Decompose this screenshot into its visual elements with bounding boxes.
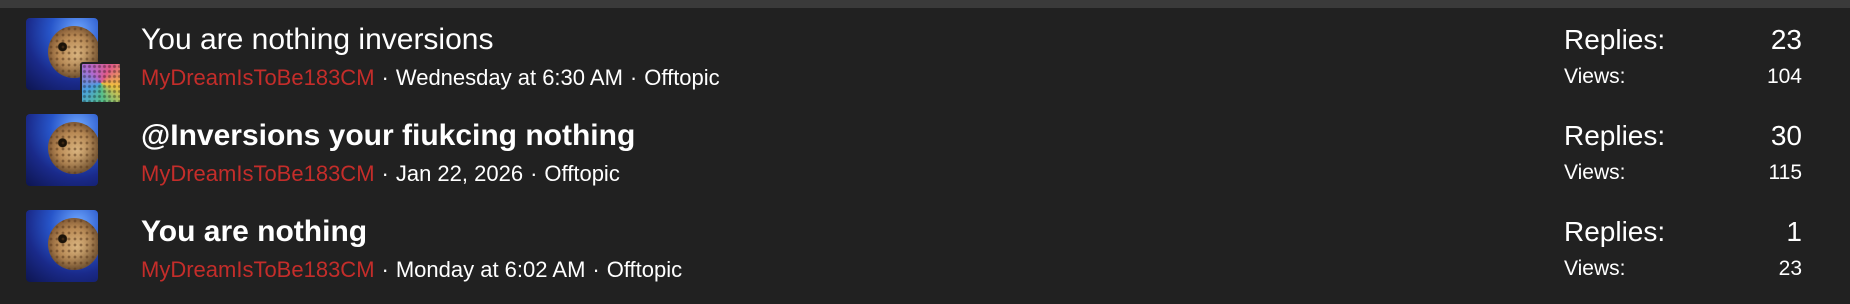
views-stat: Views: 115 bbox=[1564, 158, 1802, 188]
thread-title[interactable]: You are nothing bbox=[141, 214, 367, 250]
thread-title[interactable]: @Inversions your fiukcing nothing bbox=[141, 118, 635, 154]
author-avatar[interactable] bbox=[26, 114, 98, 186]
replies-stat: Replies: 23 bbox=[1564, 22, 1802, 58]
separator: · bbox=[629, 65, 638, 90]
thread-row[interactable]: You are nothing MyDreamIsToBe183CM · Monda… bbox=[0, 200, 1850, 296]
thread-list: You are nothing inversions MyDreamIsToBe… bbox=[0, 8, 1850, 296]
views-label: Views: bbox=[1564, 257, 1626, 280]
thread-meta: MyDreamIsToBe183CM · Wednesday at 6:30 AM ·… bbox=[141, 64, 720, 92]
views-label: Views: bbox=[1564, 65, 1626, 88]
author-avatar[interactable] bbox=[26, 210, 98, 282]
thread-row[interactable]: You are nothing inversions MyDreamIsToBe… bbox=[0, 8, 1850, 104]
replies-stat: Replies: 30 bbox=[1564, 118, 1802, 154]
forum-link[interactable]: Offtopic bbox=[607, 257, 682, 282]
thread-date[interactable]: Wednesday at 6:30 AM bbox=[396, 65, 623, 90]
thread-meta: MyDreamIsToBe183CM · Monday at 6:02 AM · Off… bbox=[141, 256, 682, 284]
views-count: 115 bbox=[1768, 161, 1802, 184]
author-link[interactable]: MyDreamIsToBe183CM bbox=[141, 257, 375, 282]
views-count: 23 bbox=[1778, 257, 1802, 280]
thread-meta: MyDreamIsToBe183CM · Jan 22, 2026 · Offtopic bbox=[141, 160, 620, 188]
thread-stats: Replies: 1 Views: 23 bbox=[1564, 214, 1802, 284]
views-label: Views: bbox=[1564, 161, 1626, 184]
replies-count: 1 bbox=[1786, 216, 1802, 247]
separator: · bbox=[381, 65, 389, 90]
replies-label: Replies: bbox=[1564, 120, 1666, 151]
author-link[interactable]: MyDreamIsToBe183CM bbox=[141, 161, 375, 186]
separator: · bbox=[592, 257, 600, 282]
thread-stats: Replies: 30 Views: 115 bbox=[1564, 118, 1802, 188]
views-count: 104 bbox=[1766, 65, 1802, 88]
forum-link[interactable]: Offtopic bbox=[544, 161, 619, 186]
thread-date[interactable]: Monday at 6:02 AM bbox=[396, 257, 586, 282]
thread-row[interactable]: @Inversions your fiukcing nothing MyDrea… bbox=[0, 104, 1850, 200]
thread-stats: Replies: 23 Views: 104 bbox=[1564, 22, 1802, 92]
top-divider bbox=[0, 0, 1850, 8]
replies-count: 23 bbox=[1770, 24, 1802, 55]
replies-label: Replies: bbox=[1564, 24, 1666, 55]
last-poster-avatar[interactable] bbox=[80, 62, 122, 104]
author-link[interactable]: MyDreamIsToBe183CM bbox=[141, 65, 375, 90]
views-stat: Views: 104 bbox=[1564, 62, 1802, 92]
forum-link[interactable]: Offtopic bbox=[644, 65, 719, 90]
replies-label: Replies: bbox=[1564, 216, 1666, 247]
thread-date[interactable]: Jan 22, 2026 bbox=[396, 161, 523, 186]
separator: · bbox=[381, 161, 389, 186]
separator: · bbox=[381, 257, 389, 282]
replies-count: 30 bbox=[1770, 120, 1802, 151]
thread-title[interactable]: You are nothing inversions bbox=[141, 22, 493, 58]
replies-stat: Replies: 1 bbox=[1564, 214, 1802, 250]
separator: · bbox=[530, 161, 538, 186]
views-stat: Views: 23 bbox=[1564, 254, 1802, 284]
